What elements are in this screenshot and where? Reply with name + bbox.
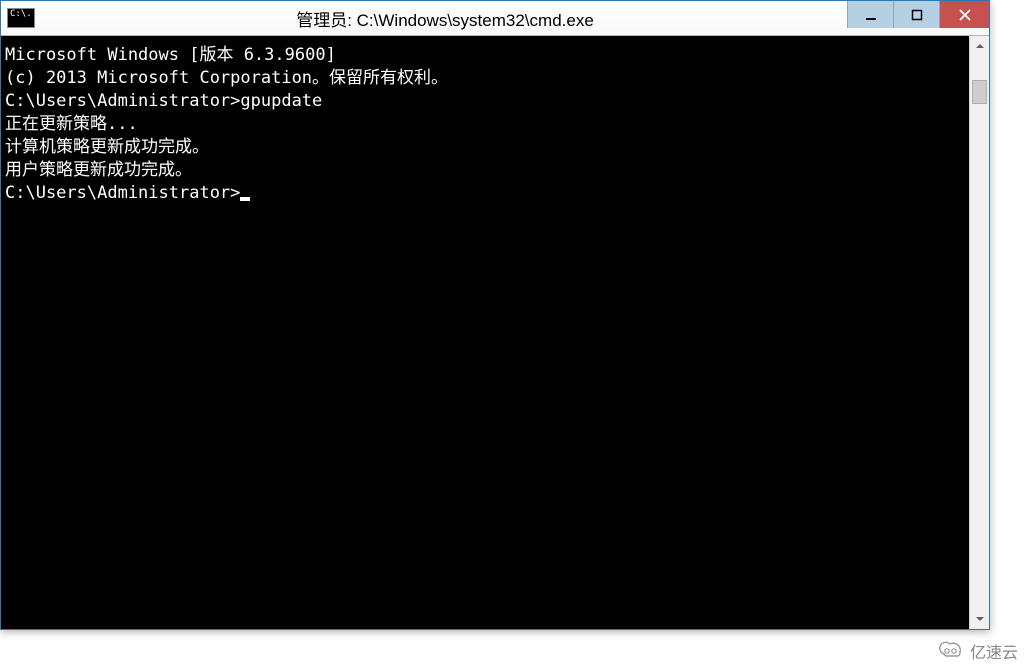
minimize-button[interactable]	[847, 1, 893, 28]
watermark: 亿速云	[936, 638, 1018, 663]
cloud-icon	[936, 638, 964, 663]
minimize-icon	[865, 9, 877, 21]
scroll-up-button[interactable]	[970, 36, 989, 56]
chevron-up-icon	[976, 42, 984, 50]
scroll-track[interactable]	[970, 56, 989, 609]
scroll-down-button[interactable]	[970, 609, 989, 629]
terminal-cursor	[240, 197, 250, 201]
titlebar[interactable]: C:\. 管理员: C:\Windows\system32\cmd.exe	[1, 1, 989, 36]
scrollbar[interactable]	[969, 36, 989, 629]
window-controls	[847, 1, 989, 28]
terminal-line: C:\Users\Administrator>gpupdate	[5, 90, 965, 113]
terminal-line: 计算机策略更新成功完成。	[5, 136, 965, 159]
terminal-area: Microsoft Windows [版本 6.3.9600](c) 2013 …	[1, 36, 989, 629]
window-title: 管理员: C:\Windows\system32\cmd.exe	[43, 6, 847, 31]
terminal-line: 正在更新策略...	[5, 113, 965, 136]
terminal-line: C:\Users\Administrator>	[5, 182, 965, 205]
close-button[interactable]	[939, 1, 989, 28]
cmd-window: C:\. 管理员: C:\Windows\system32\cmd.exe Mi…	[0, 0, 990, 630]
terminal-output[interactable]: Microsoft Windows [版本 6.3.9600](c) 2013 …	[1, 36, 969, 629]
terminal-line: Microsoft Windows [版本 6.3.9600]	[5, 44, 965, 67]
maximize-button[interactable]	[893, 1, 939, 28]
app-icon: C:\.	[7, 8, 35, 28]
terminal-line: (c) 2013 Microsoft Corporation。保留所有权利。	[5, 67, 965, 90]
chevron-down-icon	[976, 615, 984, 623]
terminal-line: 用户策略更新成功完成。	[5, 159, 965, 182]
scroll-thumb[interactable]	[972, 80, 987, 104]
close-icon	[959, 9, 971, 21]
maximize-icon	[911, 9, 923, 21]
watermark-text: 亿速云	[970, 639, 1018, 663]
